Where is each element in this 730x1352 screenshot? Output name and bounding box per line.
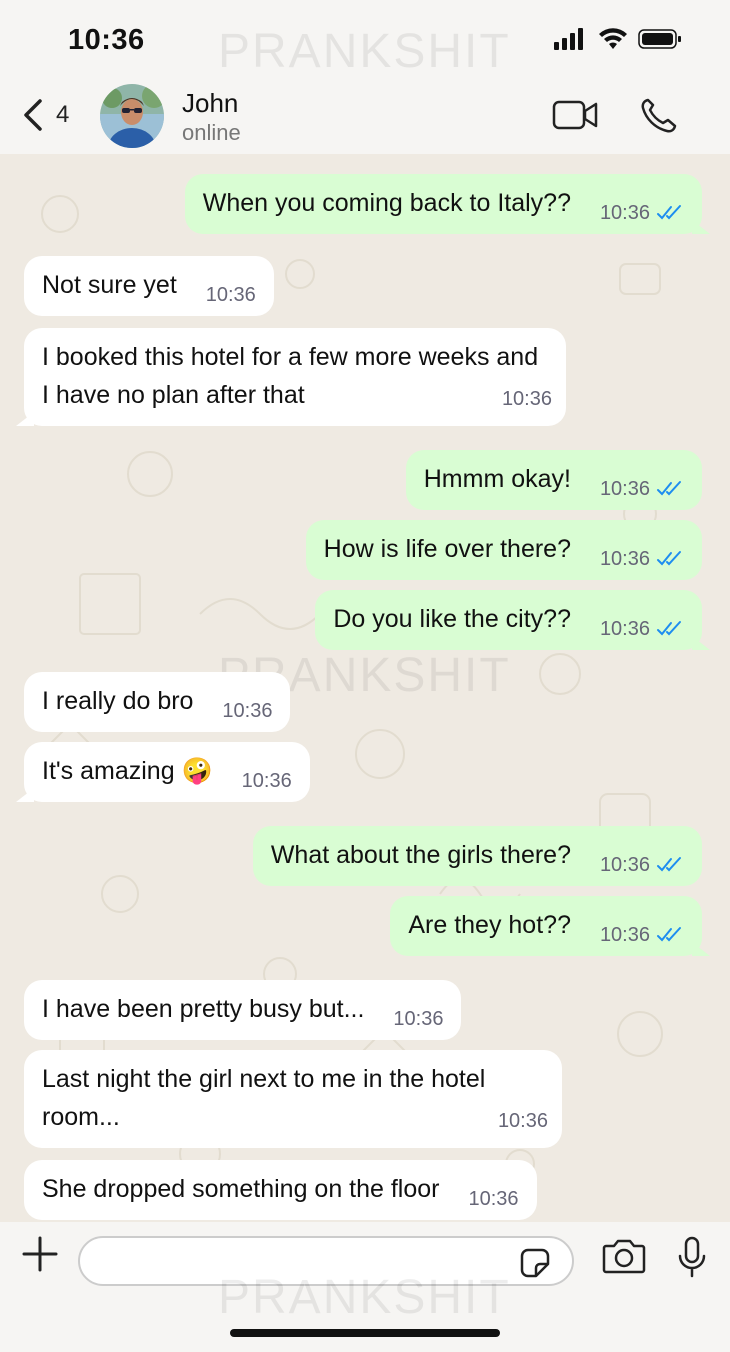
battery-icon [638,29,681,49]
avatar[interactable] [100,84,164,148]
video-call-icon[interactable] [552,98,600,132]
message-text: Not sure yet [42,271,177,299]
message-bubble-incoming[interactable]: I have been pretty busy but... 10:36 [24,980,462,1040]
message-time: 10:36 [599,202,650,224]
sticker-icon[interactable] [520,1248,550,1278]
back-button[interactable]: 4 [22,98,69,132]
message-meta: 10:36 [600,916,684,954]
message-text: I really do bro [42,687,194,715]
signal-icon [554,28,583,50]
unread-count: 4 [56,101,70,128]
double-check-icon [657,205,681,220]
message-bubble-outgoing[interactable]: When you coming back to Italy?? 10:36 [184,174,710,234]
message-text: Are they hot?? [408,911,571,939]
message-time: 10:36 [241,770,292,792]
chat-header: 4 John online [0,80,730,154]
microphone-icon[interactable] [676,1236,708,1278]
message-meta: 10:36 [206,276,256,314]
double-check-icon [657,927,681,942]
message-text: Hmmm okay! [423,465,571,493]
message-text: I have been pretty busy but... [42,995,365,1023]
message-input[interactable] [78,1236,574,1286]
message-time: 10:36 [599,618,650,640]
message-meta: 10:36 [242,762,292,800]
message-time: 10:36 [222,700,273,722]
message-meta: 10:36 [600,610,684,648]
message-bubble-incoming[interactable]: Not sure yet 10:36 [24,256,274,316]
bubble-tail [16,412,34,426]
chevron-left-icon [24,99,42,131]
plus-icon[interactable] [22,1236,58,1272]
bubble-tail [692,220,710,234]
status-bar: 10:36 PRANKSHIT [0,0,730,80]
message-meta: 10:36 [498,1102,548,1140]
home-indicator[interactable] [230,1329,500,1337]
message-text: I booked this hotel for a few more weeks… [42,343,539,409]
message-bubble-outgoing[interactable]: Are they hot?? 10:36 [390,896,710,956]
message-bubble-incoming[interactable]: I really do bro 10:36 [24,672,291,732]
message-meta: 10:36 [468,1180,518,1218]
message-bubble-incoming[interactable]: Last night the girl next to me in the ho… [24,1050,562,1148]
message-bubble-outgoing[interactable]: Do you like the city?? 10:36 [315,590,710,650]
status-icons [554,28,682,50]
bubble-tail [692,636,710,650]
message-bubble-outgoing[interactable]: How is life over there? 10:36 [305,520,702,580]
message-bubble-outgoing[interactable]: Hmmm okay! 10:36 [405,450,702,510]
message-time: 10:36 [497,1110,548,1132]
bubble-tail [16,788,34,802]
message-meta: 10:36 [600,540,684,578]
message-text: Do you like the city?? [333,605,571,633]
watermark: PRANKSHIT [218,25,511,78]
message-time: 10:36 [393,1008,444,1030]
message-text: She dropped something on the floor [42,1175,440,1203]
message-text: How is life over there? [323,535,571,563]
contact-status: online [182,120,241,145]
double-check-icon [657,857,681,872]
message-time: 10:36 [501,388,552,410]
message-meta: 10:36 [600,194,684,232]
camera-icon[interactable] [602,1238,646,1274]
double-check-icon [657,481,681,496]
message-text: Last night the girl next to me in the ho… [42,1065,486,1131]
message-meta: 10:36 [600,846,684,884]
message-text: It's amazing 🤪 [42,757,213,785]
message-time: 10:36 [205,284,256,306]
message-meta: 10:36 [600,470,684,508]
phone-call-icon[interactable] [640,98,678,134]
message-meta: 10:36 [222,692,272,730]
message-time: 10:36 [599,478,650,500]
message-time: 10:36 [599,548,650,570]
message-text: What about the girls there? [270,841,571,869]
chat-area[interactable]: PRANKSHIT When you coming back to Italy?… [0,154,730,1222]
bubble-tail [692,942,710,956]
message-time: 10:36 [599,854,650,876]
message-meta: 10:36 [393,1000,443,1038]
message-time: 10:36 [468,1188,519,1210]
message-bubble-outgoing[interactable]: What about the girls there? 10:36 [252,826,702,886]
wifi-icon [599,28,627,49]
message-bubble-incoming[interactable]: She dropped something on the floor 10:36 [24,1160,537,1220]
message-meta: 10:36 [502,380,552,418]
message-bubble-incoming[interactable]: I booked this hotel for a few more weeks… [16,328,566,426]
message-bubble-incoming[interactable]: It's amazing 🤪 10:36 [16,742,310,802]
message-text: When you coming back to Italy?? [202,189,571,217]
contact-name[interactable]: John [182,88,238,119]
status-time: 10:36 [68,24,145,56]
message-time: 10:36 [599,924,650,946]
double-check-icon [657,621,681,636]
double-check-icon [657,551,681,566]
